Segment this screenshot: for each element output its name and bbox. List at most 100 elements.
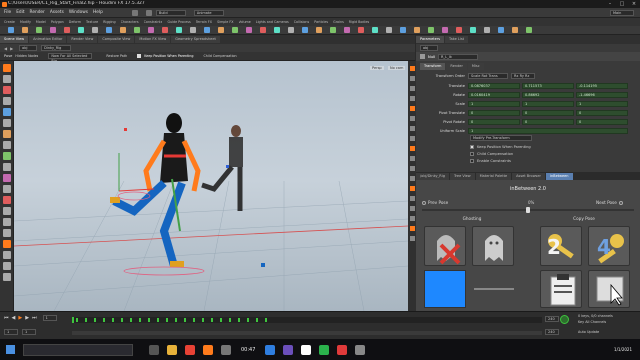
ik-handle[interactable]: [124, 128, 127, 131]
display-tool-icon[interactable]: [409, 116, 415, 121]
shelf-tool-icon[interactable]: [386, 27, 392, 33]
tool-icon[interactable]: [2, 174, 11, 182]
auto-update[interactable]: Auto Update: [578, 330, 599, 334]
menu-help[interactable]: Help: [93, 10, 103, 15]
jump-start-icon[interactable]: ⏮: [4, 315, 9, 321]
display-tool-icon[interactable]: [409, 186, 415, 191]
shelf-tool-icon[interactable]: [190, 27, 196, 33]
chrome-icon[interactable]: [185, 344, 195, 355]
back-icon[interactable]: ◀: [4, 46, 7, 51]
keyframe-marker[interactable]: [247, 318, 249, 322]
node-name-field[interactable]: R_L_Ik: [437, 53, 478, 60]
keyframe-marker[interactable]: [85, 318, 87, 322]
param-field[interactable]: 0: [522, 110, 574, 116]
shelf-tab-4[interactable]: Deform: [69, 20, 81, 24]
shelf-tool-icon[interactable]: [316, 27, 322, 33]
shelf-tool-icon[interactable]: [442, 27, 448, 33]
shelf-tool-icon[interactable]: [22, 27, 28, 33]
display-tool-icon[interactable]: [409, 236, 415, 241]
tab-motion-fx-view[interactable]: Motion FX View: [135, 36, 171, 43]
tool-icon[interactable]: [2, 141, 11, 149]
redo-icon[interactable]: [145, 9, 152, 16]
range-slider[interactable]: [72, 331, 542, 335]
keyframe-marker[interactable]: [238, 318, 240, 322]
keyframe-marker[interactable]: [211, 318, 213, 322]
houdini-taskbar-icon[interactable]: [203, 344, 213, 355]
menu-windows[interactable]: Windows: [69, 10, 88, 15]
shelf-tab-6[interactable]: Rigging: [103, 20, 116, 24]
tool-icon[interactable]: [2, 108, 11, 116]
display-tool-icon[interactable]: [409, 66, 415, 71]
keyframe-marker[interactable]: [94, 318, 96, 322]
display-tool-icon[interactable]: [409, 196, 415, 201]
keyframe-marker[interactable]: [103, 318, 105, 322]
shelf-tab-14[interactable]: Collisions: [294, 20, 310, 24]
shelf-tool-icon[interactable]: [344, 27, 350, 33]
display-tool-icon[interactable]: [409, 126, 415, 131]
step-forward-icon[interactable]: ▶: [25, 315, 29, 321]
menu-file[interactable]: File: [4, 10, 11, 15]
blue-marker[interactable]: [226, 165, 229, 168]
param-field[interactable]: 0: [468, 119, 520, 125]
shelf-tab-17[interactable]: Rigid Bodies: [349, 20, 369, 24]
next-pose-button[interactable]: Next Pose: [596, 200, 623, 205]
shelf-tab-11[interactable]: Simple FX: [217, 20, 233, 24]
ghost-on-button[interactable]: [472, 226, 514, 266]
display-tool-icon[interactable]: [409, 136, 415, 141]
shelf-tool-icon[interactable]: [8, 27, 14, 33]
timeline-track[interactable]: [72, 317, 542, 323]
modify-pre-transform-button[interactable]: Modify Pre-Transform: [470, 134, 532, 141]
jump-end-icon[interactable]: ⏭: [32, 315, 37, 321]
shelf-tool-icon[interactable]: [372, 27, 378, 33]
shelf-tab-3[interactable]: Polygon: [51, 20, 64, 24]
shelf-tool-icon[interactable]: [36, 27, 42, 33]
shelf-tab-13[interactable]: Lights and Cameras: [256, 20, 289, 24]
copy-pose-key-4-button[interactable]: 4: [588, 226, 630, 266]
prev-pose-button[interactable]: Prev Pose: [422, 200, 448, 205]
tool-icon[interactable]: [2, 196, 11, 204]
tab-scene-view[interactable]: Scene View: [0, 36, 29, 43]
app-icon-4[interactable]: [301, 344, 312, 355]
shelf-tool-icon[interactable]: [302, 27, 308, 33]
subtab-misc[interactable]: Misc: [467, 62, 484, 70]
key-all-channels[interactable]: Key All Channels: [578, 320, 606, 324]
shelf-tab-5[interactable]: Texture: [86, 20, 98, 24]
keyframe-marker[interactable]: [76, 318, 78, 322]
minimize-icon[interactable]: –: [604, 0, 616, 8]
check-row[interactable]: Enable Constraints: [470, 157, 630, 164]
blend-slider-handle[interactable]: [526, 207, 530, 213]
tool-icon[interactable]: [2, 64, 11, 72]
checkbox[interactable]: [470, 151, 474, 156]
shelf-tool-icon[interactable]: [232, 27, 238, 33]
shelf-tab-0[interactable]: Create: [4, 20, 15, 24]
menu-edit[interactable]: Edit: [16, 10, 24, 15]
shelf-tool-icon[interactable]: [288, 27, 294, 33]
param-field[interactable]: -1.46696: [576, 92, 628, 98]
checkbox[interactable]: [470, 144, 474, 149]
selected-rig-option[interactable]: Now For All Selected Rig: [48, 53, 93, 63]
undo-icon[interactable]: [131, 9, 138, 16]
keyframe-marker[interactable]: [265, 318, 267, 322]
shelf-tool-icon[interactable]: [470, 27, 476, 33]
current-frame-field[interactable]: 1: [42, 315, 57, 321]
shelf-tab-1[interactable]: Modify: [20, 20, 31, 24]
shelf-tool-icon[interactable]: [246, 27, 252, 33]
tool-icon[interactable]: [2, 97, 11, 105]
tab-parameters[interactable]: Parameters: [416, 36, 445, 43]
forward-icon[interactable]: ▶: [10, 46, 13, 51]
shelf-tab-2[interactable]: Model: [36, 20, 46, 24]
keyframe-marker[interactable]: [166, 318, 168, 322]
display-tool-icon[interactable]: [409, 216, 415, 221]
build-desktop-select[interactable]: Build: [155, 9, 186, 16]
windows-start-icon[interactable]: [6, 345, 15, 354]
tool-icon[interactable]: [2, 185, 11, 193]
shelf-tool-icon[interactable]: [92, 27, 98, 33]
keyframe-marker[interactable]: [229, 318, 231, 322]
tab-asset-browser[interactable]: Asset Browser: [512, 172, 545, 180]
step-back-icon[interactable]: ◀: [12, 315, 16, 321]
tool-icon[interactable]: [2, 262, 11, 270]
app-icon-1[interactable]: [221, 344, 231, 355]
tool-icon[interactable]: [2, 119, 11, 127]
shelf-tool-icon[interactable]: [484, 27, 490, 33]
display-tool-icon[interactable]: [409, 206, 415, 211]
